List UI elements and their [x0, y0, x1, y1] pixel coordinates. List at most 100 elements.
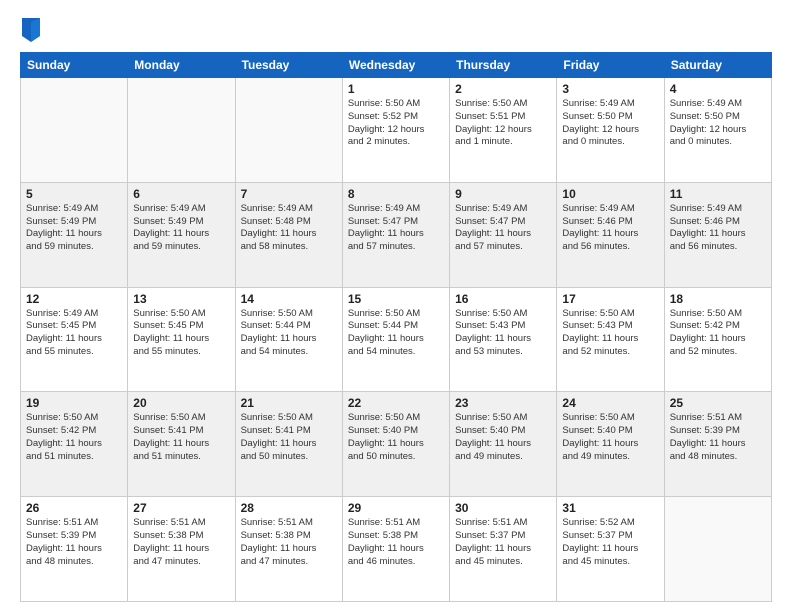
calendar-cell: 7 Sunrise: 5:49 AM Sunset: 5:48 PM Daylig…	[235, 182, 342, 287]
weekday-header: Saturday	[664, 53, 771, 78]
day-number: 27	[133, 501, 229, 515]
day-number: 16	[455, 292, 551, 306]
calendar-cell: 24 Sunrise: 5:50 AM Sunset: 5:40 PM Dayli…	[557, 392, 664, 497]
day-number: 2	[455, 82, 551, 96]
calendar-cell: 4 Sunrise: 5:49 AM Sunset: 5:50 PM Daylig…	[664, 78, 771, 183]
day-number: 31	[562, 501, 658, 515]
cell-sun-info: Sunrise: 5:49 AM Sunset: 5:46 PM Dayligh…	[562, 203, 658, 254]
cell-sun-info: Sunrise: 5:50 AM Sunset: 5:41 PM Dayligh…	[241, 412, 337, 463]
cell-sun-info: Sunrise: 5:50 AM Sunset: 5:44 PM Dayligh…	[348, 308, 444, 359]
day-number: 11	[670, 187, 766, 201]
day-number: 24	[562, 396, 658, 410]
calendar-cell	[128, 78, 235, 183]
calendar-cell: 21 Sunrise: 5:50 AM Sunset: 5:41 PM Dayli…	[235, 392, 342, 497]
calendar-cell: 10Sunrise: 5:49 AM Sunset: 5:46 PM Dayli…	[557, 182, 664, 287]
calendar-cell: 25 Sunrise: 5:51 AM Sunset: 5:39 PM Dayli…	[664, 392, 771, 497]
cell-sun-info: Sunrise: 5:49 AM Sunset: 5:50 PM Dayligh…	[670, 98, 766, 149]
calendar-week-row: 12 Sunrise: 5:49 AM Sunset: 5:45 PM Dayli…	[21, 287, 772, 392]
day-number: 3	[562, 82, 658, 96]
cell-sun-info: Sunrise: 5:52 AM Sunset: 5:37 PM Dayligh…	[562, 517, 658, 568]
header	[20, 18, 772, 42]
cell-sun-info: Sunrise: 5:50 AM Sunset: 5:40 PM Dayligh…	[562, 412, 658, 463]
calendar-cell: 29 Sunrise: 5:51 AM Sunset: 5:38 PM Dayli…	[342, 497, 449, 602]
day-number: 5	[26, 187, 122, 201]
cell-sun-info: Sunrise: 5:49 AM Sunset: 5:50 PM Dayligh…	[562, 98, 658, 149]
calendar-cell	[664, 497, 771, 602]
calendar-cell	[21, 78, 128, 183]
weekday-header: Sunday	[21, 53, 128, 78]
calendar-cell: 27 Sunrise: 5:51 AM Sunset: 5:38 PM Dayli…	[128, 497, 235, 602]
cell-sun-info: Sunrise: 5:50 AM Sunset: 5:43 PM Dayligh…	[562, 308, 658, 359]
day-number: 29	[348, 501, 444, 515]
calendar-cell: 26 Sunrise: 5:51 AM Sunset: 5:39 PM Dayli…	[21, 497, 128, 602]
day-number: 13	[133, 292, 229, 306]
calendar-cell: 5 Sunrise: 5:49 AM Sunset: 5:49 PM Daylig…	[21, 182, 128, 287]
cell-sun-info: Sunrise: 5:50 AM Sunset: 5:45 PM Dayligh…	[133, 308, 229, 359]
calendar-cell	[235, 78, 342, 183]
day-number: 23	[455, 396, 551, 410]
weekday-header: Friday	[557, 53, 664, 78]
calendar-cell: 9Sunrise: 5:49 AM Sunset: 5:47 PM Daylig…	[450, 182, 557, 287]
day-number: 22	[348, 396, 444, 410]
weekday-header: Monday	[128, 53, 235, 78]
cell-sun-info: Sunrise: 5:49 AM Sunset: 5:49 PM Dayligh…	[133, 203, 229, 254]
logo-icon	[22, 18, 40, 42]
day-number: 20	[133, 396, 229, 410]
cell-sun-info: Sunrise: 5:50 AM Sunset: 5:40 PM Dayligh…	[348, 412, 444, 463]
calendar-cell: 31 Sunrise: 5:52 AM Sunset: 5:37 PM Dayli…	[557, 497, 664, 602]
cell-sun-info: Sunrise: 5:51 AM Sunset: 5:38 PM Dayligh…	[241, 517, 337, 568]
weekday-header: Tuesday	[235, 53, 342, 78]
weekday-header: Wednesday	[342, 53, 449, 78]
cell-sun-info: Sunrise: 5:51 AM Sunset: 5:37 PM Dayligh…	[455, 517, 551, 568]
cell-sun-info: Sunrise: 5:50 AM Sunset: 5:40 PM Dayligh…	[455, 412, 551, 463]
cell-sun-info: Sunrise: 5:50 AM Sunset: 5:52 PM Dayligh…	[348, 98, 444, 149]
cell-sun-info: Sunrise: 5:50 AM Sunset: 5:42 PM Dayligh…	[26, 412, 122, 463]
day-number: 26	[26, 501, 122, 515]
calendar-week-row: 26 Sunrise: 5:51 AM Sunset: 5:39 PM Dayli…	[21, 497, 772, 602]
cell-sun-info: Sunrise: 5:50 AM Sunset: 5:44 PM Dayligh…	[241, 308, 337, 359]
weekday-header: Thursday	[450, 53, 557, 78]
cell-sun-info: Sunrise: 5:49 AM Sunset: 5:45 PM Dayligh…	[26, 308, 122, 359]
calendar-cell: 17 Sunrise: 5:50 AM Sunset: 5:43 PM Dayli…	[557, 287, 664, 392]
calendar-cell: 6 Sunrise: 5:49 AM Sunset: 5:49 PM Daylig…	[128, 182, 235, 287]
calendar-week-row: 1 Sunrise: 5:50 AM Sunset: 5:52 PM Daylig…	[21, 78, 772, 183]
calendar-cell: 30 Sunrise: 5:51 AM Sunset: 5:37 PM Dayli…	[450, 497, 557, 602]
day-number: 7	[241, 187, 337, 201]
cell-sun-info: Sunrise: 5:49 AM Sunset: 5:47 PM Dayligh…	[348, 203, 444, 254]
cell-sun-info: Sunrise: 5:49 AM Sunset: 5:46 PM Dayligh…	[670, 203, 766, 254]
header-row: SundayMondayTuesdayWednesdayThursdayFrid…	[21, 53, 772, 78]
day-number: 17	[562, 292, 658, 306]
calendar-cell: 2Sunrise: 5:50 AM Sunset: 5:51 PM Daylig…	[450, 78, 557, 183]
day-number: 21	[241, 396, 337, 410]
day-number: 15	[348, 292, 444, 306]
cell-sun-info: Sunrise: 5:51 AM Sunset: 5:39 PM Dayligh…	[670, 412, 766, 463]
calendar-cell: 11 Sunrise: 5:49 AM Sunset: 5:46 PM Dayli…	[664, 182, 771, 287]
calendar-cell: 22 Sunrise: 5:50 AM Sunset: 5:40 PM Dayli…	[342, 392, 449, 497]
calendar-cell: 15 Sunrise: 5:50 AM Sunset: 5:44 PM Dayli…	[342, 287, 449, 392]
day-number: 18	[670, 292, 766, 306]
calendar-cell: 28 Sunrise: 5:51 AM Sunset: 5:38 PM Dayli…	[235, 497, 342, 602]
cell-sun-info: Sunrise: 5:51 AM Sunset: 5:38 PM Dayligh…	[133, 517, 229, 568]
cell-sun-info: Sunrise: 5:49 AM Sunset: 5:47 PM Dayligh…	[455, 203, 551, 254]
day-number: 6	[133, 187, 229, 201]
day-number: 1	[348, 82, 444, 96]
cell-sun-info: Sunrise: 5:51 AM Sunset: 5:38 PM Dayligh…	[348, 517, 444, 568]
day-number: 19	[26, 396, 122, 410]
calendar-week-row: 19 Sunrise: 5:50 AM Sunset: 5:42 PM Dayli…	[21, 392, 772, 497]
logo	[20, 18, 46, 42]
cell-sun-info: Sunrise: 5:49 AM Sunset: 5:48 PM Dayligh…	[241, 203, 337, 254]
calendar-cell: 16Sunrise: 5:50 AM Sunset: 5:43 PM Dayli…	[450, 287, 557, 392]
day-number: 25	[670, 396, 766, 410]
calendar-cell: 1 Sunrise: 5:50 AM Sunset: 5:52 PM Daylig…	[342, 78, 449, 183]
day-number: 30	[455, 501, 551, 515]
cell-sun-info: Sunrise: 5:51 AM Sunset: 5:39 PM Dayligh…	[26, 517, 122, 568]
day-number: 28	[241, 501, 337, 515]
cell-sun-info: Sunrise: 5:49 AM Sunset: 5:49 PM Dayligh…	[26, 203, 122, 254]
cell-sun-info: Sunrise: 5:50 AM Sunset: 5:41 PM Dayligh…	[133, 412, 229, 463]
calendar-cell: 18Sunrise: 5:50 AM Sunset: 5:42 PM Dayli…	[664, 287, 771, 392]
day-number: 4	[670, 82, 766, 96]
calendar-table: SundayMondayTuesdayWednesdayThursdayFrid…	[20, 52, 772, 602]
day-number: 12	[26, 292, 122, 306]
calendar-cell: 14Sunrise: 5:50 AM Sunset: 5:44 PM Dayli…	[235, 287, 342, 392]
calendar-cell: 8Sunrise: 5:49 AM Sunset: 5:47 PM Daylig…	[342, 182, 449, 287]
